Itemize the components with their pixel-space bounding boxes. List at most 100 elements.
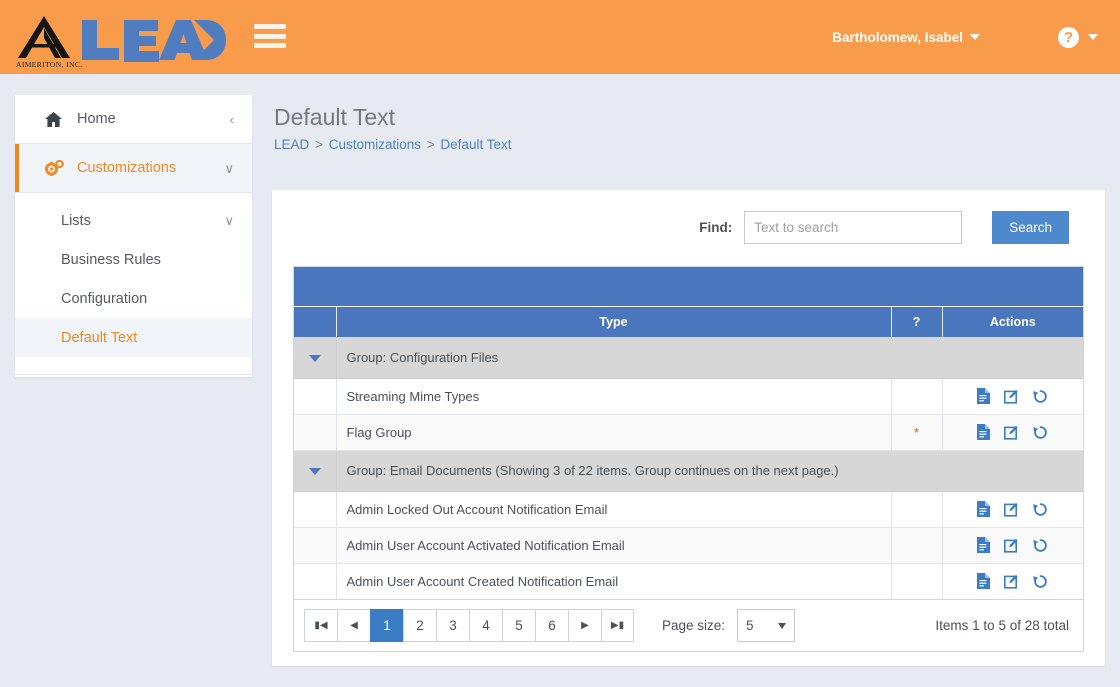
column-header-type[interactable]: Type	[336, 307, 892, 337]
app-logo[interactable]: AIMERITON, INC.	[14, 6, 228, 69]
sidebar-item-lists[interactable]: Lists ∨	[15, 201, 252, 240]
column-header-flag[interactable]: ?	[891, 307, 943, 337]
sidebar-item-business-rules[interactable]: Business Rules	[15, 240, 252, 279]
breadcrumb-link-customizations[interactable]: Customizations	[329, 137, 421, 152]
history-icon[interactable]	[1033, 425, 1048, 440]
page-size-value: 5	[746, 618, 754, 633]
table-row: Admin User Account Activated Notificatio…	[294, 527, 1083, 564]
sidebar-nav: Home ‹ Customizations ∨ Lists ∨ Business…	[15, 95, 252, 377]
edit-icon[interactable]	[1004, 425, 1019, 440]
page-button-3[interactable]: 3	[436, 609, 469, 642]
items-total-label: Items 1 to 5 of 28 total	[935, 618, 1069, 633]
edit-icon[interactable]	[1004, 538, 1019, 553]
sidebar-item-default-text[interactable]: Default Text	[15, 318, 252, 357]
chevron-down-icon	[1088, 34, 1098, 40]
sidebar-submenu-spacer	[15, 357, 252, 374]
chevron-down-icon[interactable]: ∨	[224, 214, 234, 227]
row-flag-cell	[891, 491, 943, 528]
hamburger-bar	[254, 43, 286, 48]
row-actions-cell	[942, 491, 1083, 528]
sidebar-item-home[interactable]: Home ‹	[15, 95, 252, 143]
row-type-cell: Flag Group	[336, 414, 892, 451]
breadcrumb-separator: >	[426, 137, 435, 152]
search-button[interactable]: Search	[992, 211, 1069, 244]
first-page-icon: ▮◀	[314, 619, 328, 631]
triangle-down-icon[interactable]	[308, 468, 321, 475]
table-body: Group: Configuration Files Streaming Mim…	[294, 337, 1083, 599]
last-page-icon: ▶▮	[610, 619, 625, 631]
page-header: Default Text LEAD > Customizations > Def…	[272, 104, 511, 152]
row-toggle-cell	[294, 378, 337, 415]
last-page-button[interactable]: ▶▮	[601, 609, 634, 642]
table-group-row: Group: Email Documents (Showing 3 of 22 …	[294, 450, 1083, 492]
chevron-down-icon[interactable]: ∨	[224, 162, 234, 175]
group-toggle-cell[interactable]	[294, 450, 337, 492]
file-icon[interactable]	[977, 501, 991, 517]
edit-icon[interactable]	[1004, 389, 1019, 404]
row-toggle-cell	[294, 527, 337, 564]
column-header-toggle	[294, 307, 337, 337]
aimeriton-logo-icon: AIMERITON, INC.	[14, 12, 82, 69]
page-size-select[interactable]: 5	[737, 609, 796, 642]
breadcrumb-link-default-text[interactable]: Default Text	[440, 137, 511, 152]
chevron-left-icon[interactable]: ‹	[230, 113, 234, 126]
sidebar-item-configuration[interactable]: Configuration	[15, 279, 252, 318]
history-icon[interactable]	[1033, 502, 1048, 517]
breadcrumb-link-lead[interactable]: LEAD	[274, 137, 309, 152]
row-toggle-cell	[294, 491, 337, 528]
breadcrumb-separator: >	[315, 137, 323, 152]
lead-wordmark-icon	[80, 18, 228, 62]
edit-icon[interactable]	[1004, 574, 1019, 589]
sidebar-bottom-rule	[15, 374, 252, 375]
row-actions-cell	[942, 378, 1083, 415]
page-button-6[interactable]: 6	[535, 609, 568, 642]
next-page-button[interactable]: ▶	[568, 609, 601, 642]
table-group-row: Group: Configuration Files	[294, 337, 1083, 379]
row-actions	[953, 424, 1074, 440]
file-icon[interactable]	[977, 573, 991, 590]
sidebar-item-business-rules-label: Business Rules	[61, 251, 161, 268]
row-type-cell: Admin User Account Activated Notificatio…	[336, 527, 892, 564]
row-flag-cell	[891, 378, 943, 415]
logo-company-text: AIMERITON, INC.	[16, 60, 83, 69]
history-icon[interactable]	[1033, 538, 1048, 553]
page-button-1[interactable]: 1	[370, 609, 403, 642]
file-icon[interactable]	[977, 388, 991, 404]
row-actions-cell	[942, 414, 1083, 451]
find-label: Find:	[699, 220, 733, 235]
default-text-table: Type ? Actions Group: Configuration File…	[294, 307, 1083, 599]
page-button-4[interactable]: 4	[469, 609, 502, 642]
sidebar-item-default-text-label: Default Text	[61, 329, 138, 346]
hamburger-icon[interactable]	[254, 24, 286, 48]
question-mark-icon: ?	[1058, 26, 1079, 48]
row-type-cell: Admin Locked Out Account Notification Em…	[336, 491, 892, 528]
prev-page-button[interactable]: ◀	[337, 609, 370, 642]
row-actions-cell	[942, 563, 1083, 599]
help-menu[interactable]: ?	[1058, 26, 1098, 48]
file-icon[interactable]	[977, 424, 991, 440]
home-icon	[45, 111, 67, 127]
hamburger-bar	[254, 24, 286, 29]
search-input[interactable]	[744, 211, 963, 244]
history-icon[interactable]	[1033, 574, 1048, 589]
row-actions	[953, 573, 1074, 590]
history-icon[interactable]	[1033, 389, 1048, 404]
page-button-5[interactable]: 5	[502, 609, 535, 642]
file-icon[interactable]	[977, 537, 991, 553]
sidebar-item-home-label: Home	[77, 111, 116, 127]
page-button-2[interactable]: 2	[403, 609, 436, 642]
table-row: Streaming Mime Types	[294, 378, 1083, 415]
user-menu[interactable]: Bartholomew, Isabel	[832, 30, 980, 45]
sidebar-item-customizations[interactable]: Customizations ∨	[15, 144, 252, 192]
triangle-down-icon[interactable]	[308, 354, 321, 362]
table-header-row: Type ? Actions	[294, 307, 1083, 337]
gears-icon	[45, 160, 67, 176]
chevron-down-icon	[970, 34, 980, 40]
search-bar: Find: Search	[272, 190, 1105, 244]
edit-icon[interactable]	[1004, 502, 1019, 517]
group-toggle-cell[interactable]	[294, 337, 337, 379]
first-page-button[interactable]: ▮◀	[304, 609, 337, 642]
group-label-cell: Group: Email Documents (Showing 3 of 22 …	[336, 450, 1083, 492]
sidebar-submenu: Lists ∨ Business Rules Configuration Def…	[15, 193, 252, 374]
hamburger-bar	[254, 33, 286, 39]
